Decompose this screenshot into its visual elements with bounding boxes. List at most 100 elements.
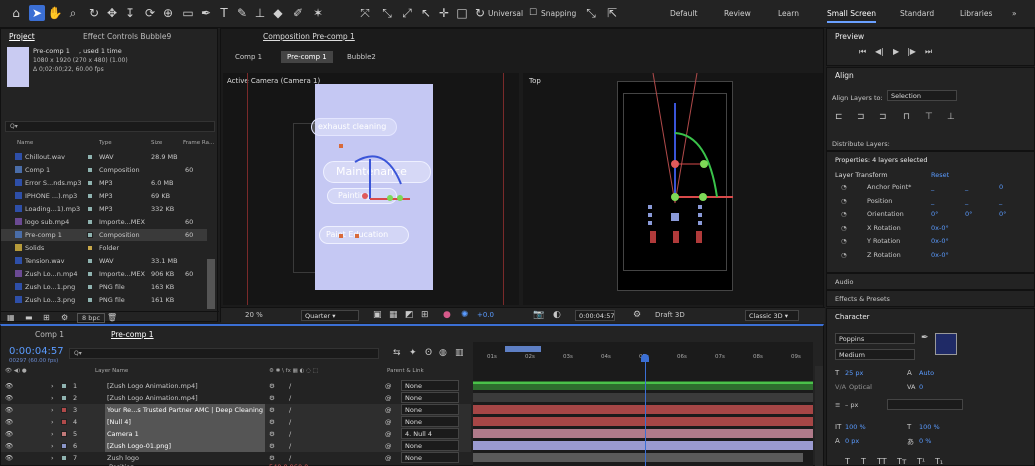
rotate-gizmo-icon[interactable]: ↻ <box>472 5 488 21</box>
snap-options-icon[interactable]: ⤡ <box>583 5 599 21</box>
layer-label-color[interactable] <box>61 431 67 437</box>
axis-view-icon[interactable]: ⤢ <box>399 5 415 21</box>
interpret-footage-icon[interactable]: ▦ <box>7 313 15 322</box>
property-value-3[interactable]: _ <box>999 197 1002 205</box>
puppet-tool-icon[interactable]: ✶ <box>310 5 326 21</box>
workspace-overflow-icon[interactable]: » <box>1012 9 1017 18</box>
baseline-value[interactable]: 0 px <box>845 437 859 445</box>
parent-pickwhip-icon[interactable]: @ <box>385 392 392 404</box>
play-icon[interactable]: ▶ <box>893 47 899 56</box>
layer-name[interactable]: [Zush Logo-01.png] <box>105 440 265 452</box>
snapping-label[interactable]: Snapping <box>541 9 576 18</box>
stopwatch-icon[interactable]: ◔ <box>841 183 847 191</box>
clone-stamp-icon[interactable]: ⊥ <box>252 5 268 21</box>
align-bottom-icon[interactable]: ⊥ <box>947 112 955 122</box>
layer-label-color[interactable] <box>61 395 67 401</box>
align-left-icon[interactable]: ⊏ <box>835 112 843 122</box>
label-color-swatch[interactable] <box>87 271 93 277</box>
color-channel-icon[interactable]: ● <box>443 310 451 320</box>
layer-row[interactable]: 👁 › 5 Camera 1 ⚙ / @4. Null 4 <box>1 428 471 440</box>
header-name[interactable]: Name <box>17 140 33 146</box>
property-value-3[interactable]: 0° <box>999 210 1006 218</box>
layer-name[interactable]: Zush logo <box>105 452 265 464</box>
shy-switch-icon[interactable]: ⚙ <box>269 404 275 416</box>
workspace-standard[interactable]: Standard <box>900 9 934 18</box>
expand-arrow-icon[interactable]: › <box>51 452 54 464</box>
draft-3d-timeline-icon[interactable]: ✦ <box>409 348 417 358</box>
project-item[interactable]: Error S...nds.mp3 MP3 6.0 MB <box>1 177 207 189</box>
anchor-point-tool-icon[interactable]: ⊕ <box>160 5 176 21</box>
new-folder-icon[interactable]: ▬ <box>25 313 33 322</box>
shy-switch-icon[interactable]: ⚙ <box>269 416 275 428</box>
orbit-camera-icon[interactable]: ↻ <box>86 5 102 21</box>
parent-dropdown[interactable]: 4. Null 4 <box>401 428 459 439</box>
first-frame-icon[interactable]: ⏮ <box>859 47 866 57</box>
align-vcenter-icon[interactable]: ⊤ <box>925 112 933 122</box>
property-value-2[interactable]: _ <box>965 197 968 205</box>
visibility-icon[interactable]: 👁 <box>5 440 13 452</box>
label-color-swatch[interactable] <box>87 167 93 173</box>
draft3d-icon[interactable]: ⚙ <box>633 310 641 320</box>
layer-bar[interactable] <box>473 441 813 450</box>
layer-row[interactable]: 👁 › 1 [Zush Logo Animation.mp4] ⚙ / @ None <box>1 380 471 392</box>
stopwatch-icon[interactable]: ◔ <box>841 251 847 259</box>
show-snapshot-icon[interactable]: ◐ <box>553 310 561 320</box>
project-scrollbar[interactable] <box>207 259 215 309</box>
playhead-handle[interactable] <box>641 354 649 362</box>
stroke-type-dropdown[interactable] <box>887 399 963 410</box>
visibility-icon[interactable]: 👁 <box>5 404 13 416</box>
visibility-icon[interactable]: 👁 <box>5 380 13 392</box>
axis-local-icon[interactable]: ⤧ <box>357 5 373 21</box>
expand-arrow-icon[interactable]: › <box>51 404 54 416</box>
roto-brush-icon[interactable]: ✐ <box>290 5 306 21</box>
effects-title[interactable]: Effects & Presets <box>835 295 890 303</box>
workspace-libraries[interactable]: Libraries <box>960 9 992 18</box>
axis-world-icon[interactable]: ⤡ <box>379 5 395 21</box>
layer-bar[interactable] <box>473 393 813 402</box>
scale-icon[interactable]: □ <box>454 5 470 21</box>
pen-tool-icon[interactable]: ✒ <box>198 5 214 21</box>
project-item[interactable]: Pre-comp 1 Composition 60 <box>1 229 207 241</box>
rotate-tool-icon[interactable]: ⟳ <box>142 5 158 21</box>
motion-blur-icon[interactable]: ◍ <box>439 348 447 358</box>
selection-tool-icon[interactable]: ➤ <box>29 5 45 21</box>
home-icon[interactable]: ⌂ <box>8 5 24 21</box>
property-value-1[interactable]: 0x-0° <box>931 251 949 259</box>
parent-dropdown[interactable]: None <box>401 440 459 451</box>
workspace-review[interactable]: Review <box>724 9 751 18</box>
tsume-value[interactable]: 0 % <box>919 437 931 445</box>
quality-switch-icon[interactable]: / <box>289 392 291 404</box>
header-type[interactable]: Type <box>99 140 112 146</box>
label-color-swatch[interactable] <box>87 297 93 303</box>
layer-label-color[interactable] <box>61 407 67 413</box>
project-settings-icon[interactable]: ⚙ <box>61 313 68 322</box>
snapping-checkbox[interactable]: ☐ <box>525 5 541 21</box>
property-value-1[interactable]: 0° <box>931 210 938 218</box>
zoom-tool-icon[interactable]: ⌕ <box>65 5 81 21</box>
expand-arrow-icon[interactable]: › <box>51 380 54 392</box>
align-hcenter-icon[interactable]: ⊐ <box>857 112 865 122</box>
region-icon[interactable]: ▣ <box>373 310 382 320</box>
graph-editor-icon[interactable]: ▥ <box>455 348 464 358</box>
hand-tool-icon[interactable]: ✋ <box>47 5 63 21</box>
layer-name[interactable]: Your Re...s Trusted Partner AMC | Deep C… <box>105 404 265 416</box>
label-color-swatch[interactable] <box>87 284 93 290</box>
exposure-value[interactable]: +0.0 <box>477 311 494 319</box>
active-camera-view[interactable]: Active Camera (Camera 1) exhaust cleanin… <box>223 73 519 305</box>
crumb-comp1[interactable]: Comp 1 <box>235 53 262 61</box>
snapshot-icon[interactable]: 📷 <box>533 310 544 320</box>
workspace-learn[interactable]: Learn <box>778 9 799 18</box>
current-time-field[interactable]: 0:00:04:57 <box>575 310 615 321</box>
label-color-swatch[interactable] <box>87 206 93 212</box>
mask-visibility-icon[interactable]: ◩ <box>405 310 414 320</box>
project-item[interactable]: Loading...1).mp3 MP3 332 KB <box>1 203 207 215</box>
last-frame-icon[interactable]: ⏭ <box>925 47 932 57</box>
reset-button[interactable]: Reset <box>931 171 949 179</box>
timeline-search-input[interactable]: Q▾ <box>69 348 379 359</box>
tab-project[interactable]: Project <box>9 32 35 41</box>
type-tool-icon[interactable]: T <box>216 5 232 21</box>
small-caps-icon[interactable]: Tт <box>897 457 907 466</box>
layer-bar[interactable] <box>473 429 813 438</box>
parent-pickwhip-icon[interactable]: @ <box>385 416 392 428</box>
project-item[interactable]: Zush Lo...3.png PNG file 161 KB <box>1 294 207 306</box>
